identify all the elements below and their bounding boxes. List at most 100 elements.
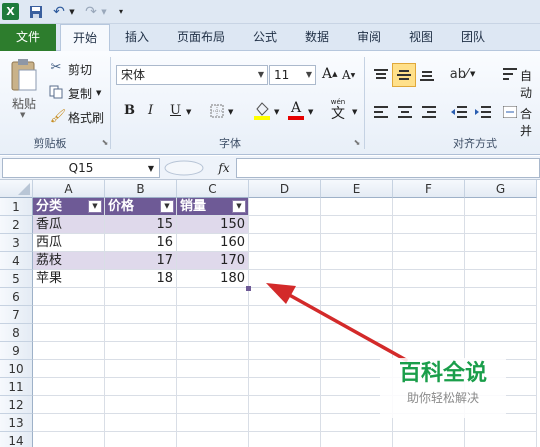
row-header[interactable]: 13 — [0, 414, 33, 432]
save-icon[interactable] — [27, 3, 44, 20]
tab-insert[interactable]: 插入 — [112, 24, 162, 51]
grid-cell[interactable] — [321, 198, 393, 216]
row-header[interactable]: 1 — [0, 198, 33, 216]
column-header[interactable]: D — [249, 180, 321, 198]
scissors-icon[interactable]: ✂ — [48, 59, 64, 75]
grid-cell[interactable] — [393, 288, 465, 306]
formula-bar-divider-icon[interactable] — [164, 160, 204, 176]
formula-input[interactable] — [236, 158, 540, 178]
align-top-icon[interactable] — [372, 65, 390, 85]
copy-icon[interactable] — [48, 84, 64, 100]
grid-cell[interactable] — [177, 378, 249, 396]
select-all-corner[interactable] — [0, 180, 33, 198]
grid-cell[interactable] — [33, 378, 105, 396]
row-header[interactable]: 3 — [0, 234, 33, 252]
grid-cell[interactable] — [177, 414, 249, 432]
undo-dropdown-icon[interactable]: ▼ — [68, 3, 76, 20]
table-cell[interactable]: 荔枝 — [33, 252, 105, 270]
column-header[interactable]: E — [321, 180, 393, 198]
table-cell[interactable]: 180 — [177, 270, 249, 288]
table-header-cell[interactable]: 分类 ▼ — [33, 198, 105, 216]
grid-cell[interactable] — [393, 270, 465, 288]
table-cell[interactable]: 苹果 — [33, 270, 105, 288]
decrease-indent-icon[interactable] — [450, 103, 468, 121]
grid-cell[interactable] — [249, 198, 321, 216]
bold-button[interactable]: B — [124, 103, 135, 118]
name-box[interactable]: Q15 — [2, 158, 160, 178]
grid-cell[interactable] — [321, 306, 393, 324]
wrap-text-button[interactable]: 自动 — [520, 67, 540, 101]
phonetic-dropdown-icon[interactable]: ▼ — [352, 108, 357, 116]
column-header[interactable]: C — [177, 180, 249, 198]
redo-dropdown-icon[interactable]: ▼ — [100, 3, 108, 20]
align-middle-icon[interactable] — [392, 63, 416, 87]
increase-indent-icon[interactable] — [474, 103, 492, 121]
grid-cell[interactable] — [177, 360, 249, 378]
font-size-dropdown-icon[interactable]: ▼ — [306, 66, 312, 84]
grid-cell[interactable] — [321, 252, 393, 270]
font-color-dropdown-icon[interactable]: ▼ — [308, 108, 313, 116]
row-header[interactable]: 5 — [0, 270, 33, 288]
merge-center-button[interactable]: 合并 — [520, 105, 540, 139]
column-header[interactable]: A — [33, 180, 105, 198]
grid-cell[interactable] — [321, 216, 393, 234]
align-center-icon[interactable] — [396, 103, 414, 121]
grid-cell[interactable] — [33, 414, 105, 432]
font-name-combo[interactable]: 宋体 ▼ — [116, 65, 268, 85]
grid-cell[interactable] — [465, 324, 537, 342]
grid-cell[interactable] — [249, 360, 321, 378]
grid-cell[interactable] — [321, 432, 393, 447]
customize-qat-icon[interactable]: ▾ — [116, 3, 126, 20]
grid-cell[interactable] — [393, 252, 465, 270]
grid-cell[interactable] — [33, 360, 105, 378]
underline-button[interactable]: U — [170, 103, 181, 118]
row-header[interactable]: 14 — [0, 432, 33, 447]
column-header[interactable]: G — [465, 180, 537, 198]
row-header[interactable]: 7 — [0, 306, 33, 324]
align-left-icon[interactable] — [372, 103, 390, 121]
filter-dropdown-icon[interactable]: ▼ — [232, 200, 246, 213]
table-cell[interactable]: 17 — [105, 252, 177, 270]
grid-cell[interactable] — [465, 306, 537, 324]
grid-cell[interactable] — [249, 216, 321, 234]
grid-cell[interactable] — [465, 288, 537, 306]
fill-handle[interactable] — [246, 286, 251, 291]
grid-cell[interactable] — [249, 270, 321, 288]
grid-cell[interactable] — [393, 198, 465, 216]
font-launcher-icon[interactable]: ⬊ — [352, 137, 362, 147]
phonetic-guide-icon[interactable]: wén 文 — [326, 97, 350, 123]
row-header[interactable]: 2 — [0, 216, 33, 234]
grid-cell[interactable] — [249, 252, 321, 270]
font-color-icon[interactable]: A — [286, 99, 306, 121]
undo-icon[interactable]: ↶ — [50, 3, 68, 20]
grid-cell[interactable] — [249, 432, 321, 447]
grid-cell[interactable] — [33, 306, 105, 324]
table-cell[interactable]: 160 — [177, 234, 249, 252]
table-cell[interactable]: 香瓜 — [33, 216, 105, 234]
cut-button[interactable]: 剪切 — [68, 61, 92, 78]
grid-cell[interactable] — [177, 342, 249, 360]
merge-center-icon[interactable] — [502, 103, 518, 121]
grid-cell[interactable] — [105, 414, 177, 432]
grid-cell[interactable] — [33, 396, 105, 414]
table-cell[interactable]: 18 — [105, 270, 177, 288]
orientation-icon[interactable]: ab⁄ — [448, 63, 470, 85]
grid-cell[interactable] — [249, 378, 321, 396]
grid-cell[interactable] — [177, 396, 249, 414]
insert-function-icon[interactable]: fx — [214, 160, 234, 176]
table-header-cell[interactable]: 价格 ▼ — [105, 198, 177, 216]
grid-cell[interactable] — [465, 252, 537, 270]
grid-cell[interactable] — [249, 306, 321, 324]
table-cell[interactable]: 西瓜 — [33, 234, 105, 252]
grid-cell[interactable] — [105, 396, 177, 414]
fill-color-dropdown-icon[interactable]: ▼ — [274, 108, 279, 116]
row-header[interactable]: 6 — [0, 288, 33, 306]
grid-cell[interactable] — [105, 378, 177, 396]
orientation-dropdown-icon[interactable]: ▼ — [470, 70, 475, 78]
italic-button[interactable]: I — [148, 103, 153, 118]
grid-cell[interactable] — [249, 396, 321, 414]
grid-cell[interactable] — [465, 198, 537, 216]
row-header[interactable]: 12 — [0, 396, 33, 414]
grow-font-button[interactable]: A ▲ — [322, 66, 338, 82]
grid-cell[interactable] — [393, 216, 465, 234]
